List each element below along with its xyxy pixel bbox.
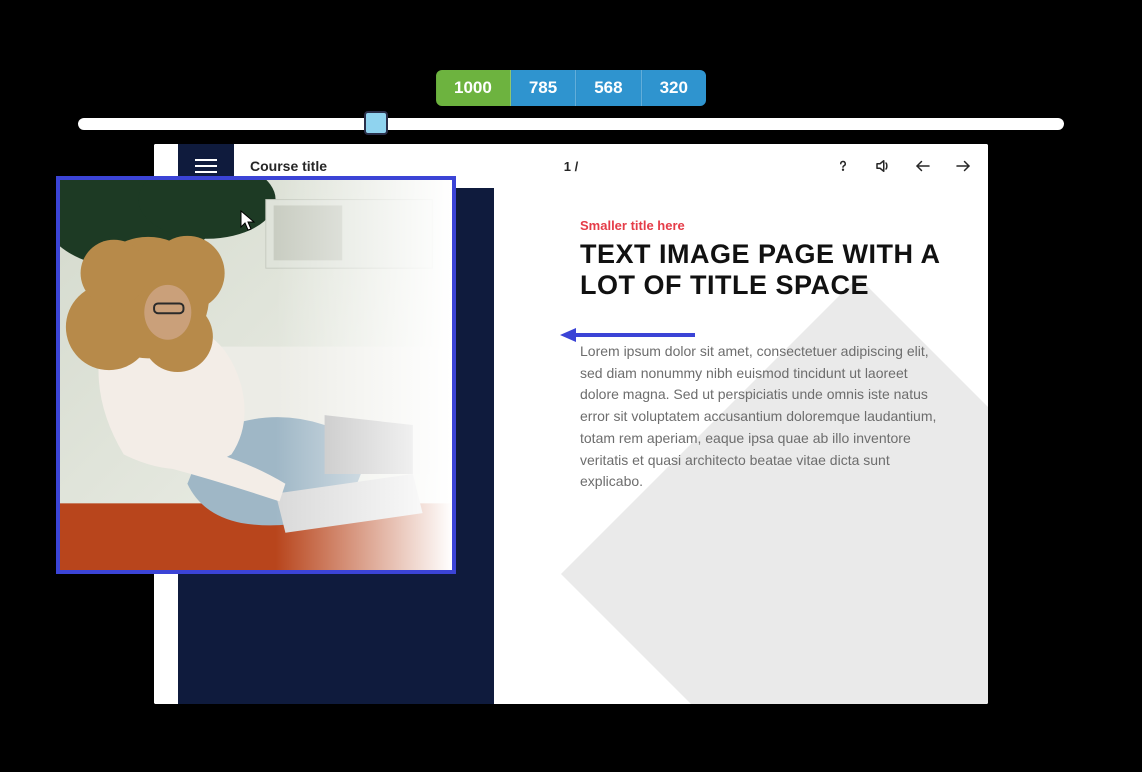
width-slider-thumb[interactable]	[364, 111, 388, 135]
image-placeholder	[60, 180, 452, 570]
topbar-icons	[834, 157, 972, 175]
breakpoint-320[interactable]: 320	[642, 70, 706, 106]
width-slider-track[interactable]	[78, 118, 1064, 130]
arrow-left-icon[interactable]	[914, 157, 932, 175]
sound-icon[interactable]	[874, 157, 892, 175]
breakpoint-568[interactable]: 568	[576, 70, 641, 106]
arrow-right-icon[interactable]	[954, 157, 972, 175]
course-title: Course title	[250, 158, 327, 174]
mouse-cursor	[240, 210, 256, 232]
page-indicator: 1 /	[564, 159, 578, 174]
menu-icon	[195, 159, 217, 173]
small-title: Smaller title here	[580, 218, 948, 233]
page-title: TEXT IMAGE PAGE WITH A LOT OF TITLE SPAC…	[580, 239, 948, 301]
text-column: Smaller title here TEXT IMAGE PAGE WITH …	[580, 218, 948, 493]
body-text: Lorem ipsum dolor sit amet, consectetuer…	[580, 341, 940, 493]
breakpoint-785[interactable]: 785	[511, 70, 576, 106]
breakpoint-selector: 1000 785 568 320	[436, 70, 706, 106]
content-area: Smaller title here TEXT IMAGE PAGE WITH …	[494, 188, 988, 704]
annotation-arrow	[560, 325, 700, 345]
help-icon[interactable]	[834, 157, 852, 175]
image-block-selected[interactable]	[56, 176, 456, 574]
breakpoint-1000[interactable]: 1000	[436, 70, 511, 106]
